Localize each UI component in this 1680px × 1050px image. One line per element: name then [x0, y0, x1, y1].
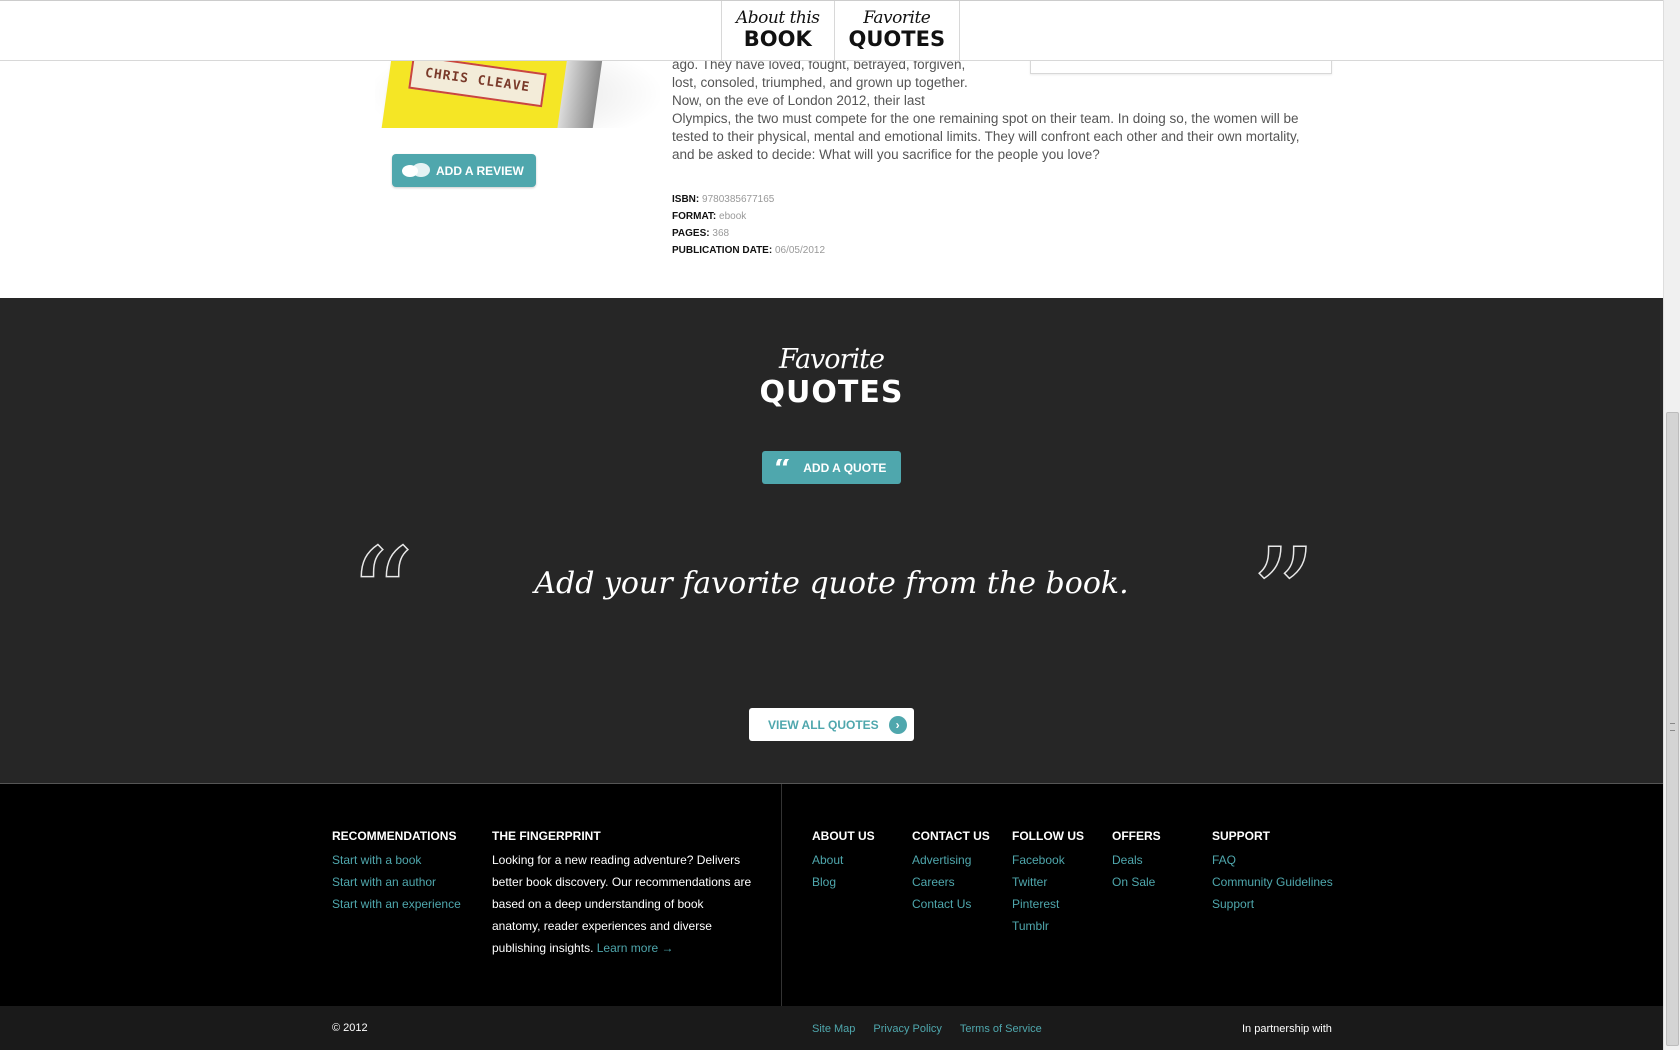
quote-mark-icon: “	[774, 458, 792, 477]
quotes-heading-big: QUOTES	[759, 375, 904, 410]
site-footer: RECOMMENDATIONS Start with a book Start …	[0, 783, 1663, 1007]
partnership-text: In partnership with	[1242, 1023, 1332, 1035]
tab-about-this-book[interactable]: About this BOOK	[722, 1, 835, 61]
tab-small-label: About this	[736, 8, 820, 28]
footer-heading: FOLLOW US	[1012, 829, 1084, 843]
meta-label: PAGES:	[672, 228, 710, 239]
meta-label: PUBLICATION DATE:	[672, 245, 773, 256]
footer-heading: OFFERS	[1112, 829, 1161, 843]
add-quote-label: ADD A QUOTE	[803, 460, 887, 475]
top-navigation: About this BOOK Favorite QUOTES	[0, 0, 1663, 61]
footer-link-start-with-a-book[interactable]: Start with a book	[332, 849, 461, 871]
site-map-link[interactable]: Site Map	[812, 1023, 855, 1035]
vertical-scrollbar[interactable]	[1663, 0, 1680, 1050]
footer-divider	[781, 784, 782, 1007]
meta-isbn: ISBN: 9780385677165	[672, 191, 825, 208]
tab-big-label: QUOTES	[848, 27, 946, 51]
footer-link-blog[interactable]: Blog	[812, 871, 875, 893]
quotes-heading-small: Favorite	[779, 344, 885, 375]
tab-big-label: BOOK	[743, 27, 812, 51]
footer-offers: OFFERS Deals On Sale	[1112, 829, 1161, 893]
meta-value: ebook	[719, 211, 747, 222]
meta-value: 368	[712, 228, 730, 239]
close-quote-icon: ”	[1249, 520, 1317, 672]
section-tabs: About this BOOK Favorite QUOTES	[721, 1, 961, 61]
footer-link-on-sale[interactable]: On Sale	[1112, 871, 1161, 893]
book-description: ago. They have loved, fought, betrayed, …	[672, 56, 1332, 164]
footer-recommendations: RECOMMENDATIONS Start with a book Start …	[332, 829, 461, 915]
footer-about: ABOUT US About Blog	[812, 829, 875, 893]
footer-support: SUPPORT FAQ Community Guidelines Support	[1212, 829, 1333, 915]
meta-pages: PAGES: 368	[672, 225, 825, 242]
footer-link-pinterest[interactable]: Pinterest	[1012, 893, 1084, 915]
description-line: Olympics, the two must compete for the o…	[672, 111, 1299, 126]
footer-link-careers[interactable]: Careers	[912, 871, 990, 893]
description-line: lost, consoled, triumphed, and grown up …	[672, 75, 968, 90]
footer-contact: CONTACT US Advertising Careers Contact U…	[912, 829, 990, 915]
book-metadata: ISBN: 9780385677165 FORMAT: ebook PAGES:…	[672, 191, 825, 259]
arrow-right-icon: ›	[888, 715, 907, 734]
fingerprint-description: Looking for a new reading adventure? Del…	[492, 849, 752, 959]
favorite-quotes-section: Favorite QUOTES “ ADD A QUOTE “ Add your…	[0, 298, 1663, 783]
footer-link-advertising[interactable]: Advertising	[912, 849, 990, 871]
quote-prompt: Add your favorite quote from the book.	[534, 566, 1129, 601]
footer-link-tumblr[interactable]: Tumblr	[1012, 915, 1084, 937]
footer-bottom-bar: © 2012 Site Map Privacy Policy Terms of …	[0, 1006, 1663, 1050]
copyright: © 2012	[332, 1022, 368, 1034]
meta-value: 06/05/2012	[774, 245, 826, 256]
footer-link-community-guidelines[interactable]: Community Guidelines	[1212, 871, 1333, 893]
description-line: tested to their physical, mental and emo…	[672, 129, 1300, 144]
footer-link-deals[interactable]: Deals	[1112, 849, 1161, 871]
tab-favorite-quotes[interactable]: Favorite QUOTES	[835, 1, 961, 61]
footer-link-start-with-an-author[interactable]: Start with an author	[332, 871, 461, 893]
footer-link-faq[interactable]: FAQ	[1212, 849, 1333, 871]
footer-link-contact-us[interactable]: Contact Us	[912, 893, 990, 915]
footer-link-about[interactable]: About	[812, 849, 875, 871]
fingerprint-text: Looking for a new reading adventure? Del…	[492, 853, 752, 955]
footer-heading: CONTACT US	[912, 829, 990, 843]
footer-heading: THE FINGERPRINT	[492, 829, 601, 843]
add-review-button[interactable]: ADD A REVIEW	[392, 154, 536, 187]
add-quote-button[interactable]: “ ADD A QUOTE	[762, 451, 901, 484]
terms-of-service-link[interactable]: Terms of Service	[960, 1023, 1042, 1035]
privacy-policy-link[interactable]: Privacy Policy	[873, 1023, 941, 1035]
meta-publication-date: PUBLICATION DATE: 06/05/2012	[672, 242, 825, 259]
scrollbar-thumb[interactable]	[1666, 412, 1679, 1046]
description-line: and be asked to decide: What will you sa…	[672, 147, 1100, 162]
footer-link-start-with-an-experience[interactable]: Start with an experience	[332, 893, 461, 915]
footer-link-support[interactable]: Support	[1212, 893, 1333, 915]
meta-value: 9780385677165	[702, 194, 775, 205]
footer-follow: FOLLOW US Facebook Twitter Pinterest Tum…	[1012, 829, 1084, 937]
meta-label: FORMAT:	[672, 211, 717, 222]
view-all-quotes-button[interactable]: VIEW ALL QUOTES ›	[749, 708, 914, 741]
meta-label: ISBN:	[672, 194, 700, 205]
legal-links: Site Map Privacy Policy Terms of Service	[812, 1023, 1042, 1035]
description-line: Now, on the eve of London 2012, their la…	[672, 93, 925, 108]
learn-more-link[interactable]: Learn more →	[597, 941, 674, 955]
view-all-quotes-label: VIEW ALL QUOTES	[768, 717, 879, 732]
speech-bubbles-icon	[402, 162, 432, 179]
footer-link-facebook[interactable]: Facebook	[1012, 849, 1084, 871]
footer-heading: SUPPORT	[1212, 829, 1271, 843]
footer-heading: RECOMMENDATIONS	[332, 829, 457, 843]
scrollbar-grip-icon	[1670, 723, 1675, 731]
footer-link-twitter[interactable]: Twitter	[1012, 871, 1084, 893]
footer-heading: ABOUT US	[812, 829, 875, 843]
add-review-label: ADD A REVIEW	[436, 163, 524, 178]
footer-fingerprint: THE FINGERPRINT Looking for a new readin…	[492, 829, 752, 959]
tab-small-label: Favorite	[863, 8, 931, 28]
meta-format: FORMAT: ebook	[672, 208, 825, 225]
